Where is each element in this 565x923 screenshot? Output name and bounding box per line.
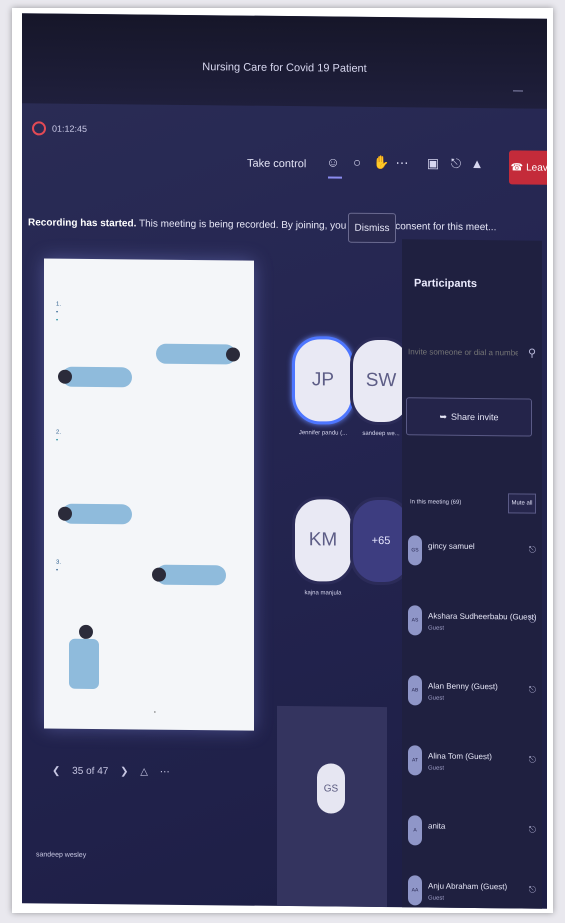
participant-row[interactable]: AT Alina Tom (Guest) Guest ⎋ [408, 741, 538, 782]
participant-row[interactable]: A anita ⎋ [408, 811, 538, 852]
camera-off-icon[interactable]: ▣ [425, 155, 441, 171]
minimize-icon[interactable] [513, 90, 523, 92]
self-video-panel: GS [277, 705, 387, 908]
guest-label: Guest [428, 625, 445, 632]
dismiss-button[interactable]: Dismiss [348, 212, 396, 244]
participant-name: Akshara Sudheerbabu (Guest) [428, 611, 537, 622]
mic-off-icon: ⎋ [528, 754, 536, 765]
self-avatar: GS [317, 763, 345, 814]
guest-label: Guest [428, 895, 445, 902]
slide-counter: 35 of 47 [72, 765, 109, 778]
video-tile[interactable]: JP Jennifer pandu (... [292, 336, 354, 437]
next-slide-icon[interactable]: ❯ [120, 766, 128, 777]
participant-row[interactable]: AS Akshara Sudheerbabu (Guest) Guest ⎋ [408, 601, 538, 642]
left-side-figure [58, 503, 132, 525]
guest-label: Guest [428, 695, 445, 702]
share-tray-icon[interactable]: ▲ [469, 156, 485, 172]
mic-off-icon: ⎋ [528, 614, 536, 625]
participant-avatar: AB [408, 675, 422, 706]
meeting-title: Nursing Care for Covid 19 Patient [202, 61, 367, 75]
slide-more-icon[interactable]: ⋯ [160, 767, 170, 778]
slide-step-block: 1. • • [56, 301, 62, 324]
share-invite-label: Share invite [451, 411, 499, 423]
mute-all-button[interactable]: Mute all [508, 493, 536, 514]
active-tab-indicator [328, 176, 342, 179]
people-icon[interactable]: ☺ [325, 154, 341, 170]
mic-off-icon: ⎋ [528, 824, 536, 835]
mic-off-icon[interactable]: ⎋ [448, 156, 464, 172]
participant-name: Anju Abraham (Guest) [428, 881, 508, 892]
mic-off-icon: ⎋ [528, 884, 536, 895]
banner-message: Recording has started. This meeting is b… [28, 217, 496, 233]
leave-button[interactable]: ☎ Leave [509, 150, 547, 185]
mic-off-icon: ⎋ [528, 544, 536, 555]
participant-avatar: AA [408, 875, 422, 906]
banner-body: This meeting is being recorded. By joini… [136, 218, 497, 234]
take-control-button[interactable]: Take control [247, 158, 306, 171]
participant-row[interactable]: AB Alan Benny (Guest) Guest ⎋ [408, 671, 538, 712]
title-bar: Nursing Care for Covid 19 Patient [22, 13, 547, 109]
right-side-figure [152, 564, 226, 586]
participant-name: anita [428, 821, 446, 831]
invite-input[interactable] [406, 337, 520, 369]
tile-name: kajna manjula [304, 590, 342, 597]
phone-icon: ☎ [510, 161, 524, 173]
participant-avatar: AS [408, 605, 422, 636]
slide-navigation: ❮ 35 of 47 ❯ △ ⋯ [52, 766, 179, 778]
presenter-name: sandeep wesley [36, 851, 87, 859]
leave-label: Leave [526, 162, 547, 174]
prone-position-figure [58, 366, 132, 388]
side-position-figure [156, 343, 240, 365]
search-icon[interactable]: ⚲ [528, 347, 536, 360]
participant-name: gincy samuel [428, 541, 475, 551]
participant-avatar: GS [408, 535, 422, 566]
tile-name: Jennifer pandu (... [298, 430, 348, 437]
chat-icon[interactable]: ○ [349, 155, 365, 171]
teams-meeting-window: Nursing Care for Covid 19 Patient 01:12:… [22, 13, 547, 909]
meeting-timer: 01:12:45 [52, 123, 88, 134]
in-meeting-section-label[interactable]: In this meeting (69) [410, 499, 461, 506]
avatar: KM [292, 496, 354, 585]
slide-step-block: 2. • [56, 429, 62, 444]
share-invite-button[interactable]: ➥ Share invite [406, 397, 532, 437]
slide-footer: • [154, 709, 156, 716]
participant-row[interactable]: AA Anju Abraham (Guest) Guest ⎋ [408, 871, 538, 908]
sitting-figure [69, 624, 99, 690]
participant-avatar: AT [408, 745, 422, 776]
banner-bold: Recording has started. [28, 217, 137, 230]
participant-row[interactable]: GS gincy samuel ⎋ [408, 531, 538, 572]
raise-hand-icon[interactable]: ✋ [373, 155, 389, 171]
participant-name: Alan Benny (Guest) [428, 681, 498, 692]
prev-slide-icon[interactable]: ❮ [52, 766, 60, 777]
share-icon: ➥ [439, 411, 447, 422]
video-tile[interactable]: KM kajna manjula [292, 496, 354, 597]
participants-panel: Participants ⚲ ➥ Share invite In this me… [402, 239, 542, 909]
avatar: JP [292, 336, 354, 425]
panel-title: Participants [414, 277, 477, 291]
more-icon[interactable]: ⋯ [394, 155, 410, 171]
participant-name: Alina Tom (Guest) [428, 751, 492, 762]
recording-indicator-icon [32, 121, 46, 136]
participant-avatar: A [408, 815, 422, 846]
meeting-toolbar: Take control ☺ ○ ✋ ⋯ ▣ ⎋ ▲ ☎ Leave [22, 143, 547, 188]
guest-label: Guest [428, 765, 445, 772]
shared-slide: 1. • • 2. • 3. • • [44, 258, 254, 731]
mic-off-icon: ⎋ [528, 684, 536, 695]
sync-slide-icon[interactable]: △ [140, 766, 148, 777]
